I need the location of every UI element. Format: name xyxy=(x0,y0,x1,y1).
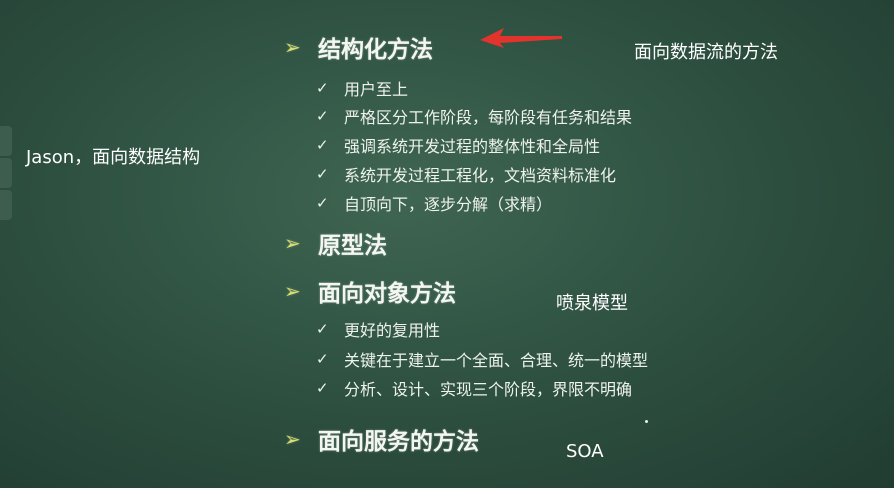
list-item-text: 强调系统开发过程的整体性和全局性 xyxy=(344,137,601,156)
check-icon: ✓ xyxy=(316,165,329,183)
section-heading-structured: ➢ 结构化方法 xyxy=(284,30,433,64)
check-icon: ✓ xyxy=(316,136,329,154)
list-item: ✓ 关键在于建立一个全面、合理、统一的模型 xyxy=(316,347,648,371)
check-icon: ✓ xyxy=(316,320,329,338)
red-arrow-icon xyxy=(480,28,562,48)
list-item: ✓ 强调系统开发过程的整体性和全局性 xyxy=(316,133,600,157)
list-item: ✓ 更好的复用性 xyxy=(316,317,440,341)
side-tab-2[interactable] xyxy=(0,158,12,188)
list-item-text: 自顶向下，逐步分解（求精） xyxy=(344,195,553,214)
check-icon: ✓ xyxy=(316,107,329,125)
check-icon: ✓ xyxy=(316,79,329,97)
section-title: 原型法 xyxy=(318,233,387,259)
list-item: ✓ 分析、设计、实现三个阶段，界限不明确 xyxy=(316,376,632,400)
annotation-fountain-model: 喷泉模型 xyxy=(556,293,628,314)
section-title: 面向服务的方法 xyxy=(318,429,479,455)
arrow-bullet-icon: ➢ xyxy=(284,279,301,303)
section-title: 面向对象方法 xyxy=(318,281,456,307)
list-item: ✓ 用户至上 xyxy=(316,76,408,100)
annotation-soa: SOA xyxy=(566,441,604,462)
annotation-data-flow: 面向数据流的方法 xyxy=(634,42,778,63)
chalkboard: ➢ 结构化方法 ✓ 用户至上 ✓ 严格区分工作阶段，每阶段有任务和结果 ✓ 强调… xyxy=(0,0,894,488)
list-item-text: 用户至上 xyxy=(344,80,409,99)
side-tab-3[interactable] xyxy=(0,190,12,220)
annotation-jason: Jason，面向数据结构 xyxy=(26,147,201,168)
stray-dot xyxy=(645,420,648,423)
list-item: ✓ 系统开发过程工程化，文档资料标准化 xyxy=(316,162,616,186)
section-heading-prototype: ➢ 原型法 xyxy=(284,226,387,260)
arrow-bullet-icon: ➢ xyxy=(284,231,301,255)
list-item-text: 关键在于建立一个全面、合理、统一的模型 xyxy=(344,351,649,370)
section-heading-object-oriented: ➢ 面向对象方法 xyxy=(284,274,456,308)
check-icon: ✓ xyxy=(316,379,329,397)
list-item-text: 分析、设计、实现三个阶段，界限不明确 xyxy=(344,380,633,399)
list-item-text: 更好的复用性 xyxy=(344,321,441,340)
list-item: ✓ 自顶向下，逐步分解（求精） xyxy=(316,191,552,215)
side-toolbar xyxy=(0,126,12,222)
arrow-bullet-icon: ➢ xyxy=(284,35,301,59)
check-icon: ✓ xyxy=(316,350,329,368)
arrow-bullet-icon: ➢ xyxy=(284,427,301,451)
list-item-text: 严格区分工作阶段，每阶段有任务和结果 xyxy=(344,108,633,127)
check-icon: ✓ xyxy=(316,194,329,212)
side-tab-1[interactable] xyxy=(0,126,12,156)
section-title: 结构化方法 xyxy=(318,37,433,63)
section-heading-service-oriented: ➢ 面向服务的方法 xyxy=(284,422,479,456)
list-item-text: 系统开发过程工程化，文档资料标准化 xyxy=(344,166,617,185)
list-item: ✓ 严格区分工作阶段，每阶段有任务和结果 xyxy=(316,104,632,128)
